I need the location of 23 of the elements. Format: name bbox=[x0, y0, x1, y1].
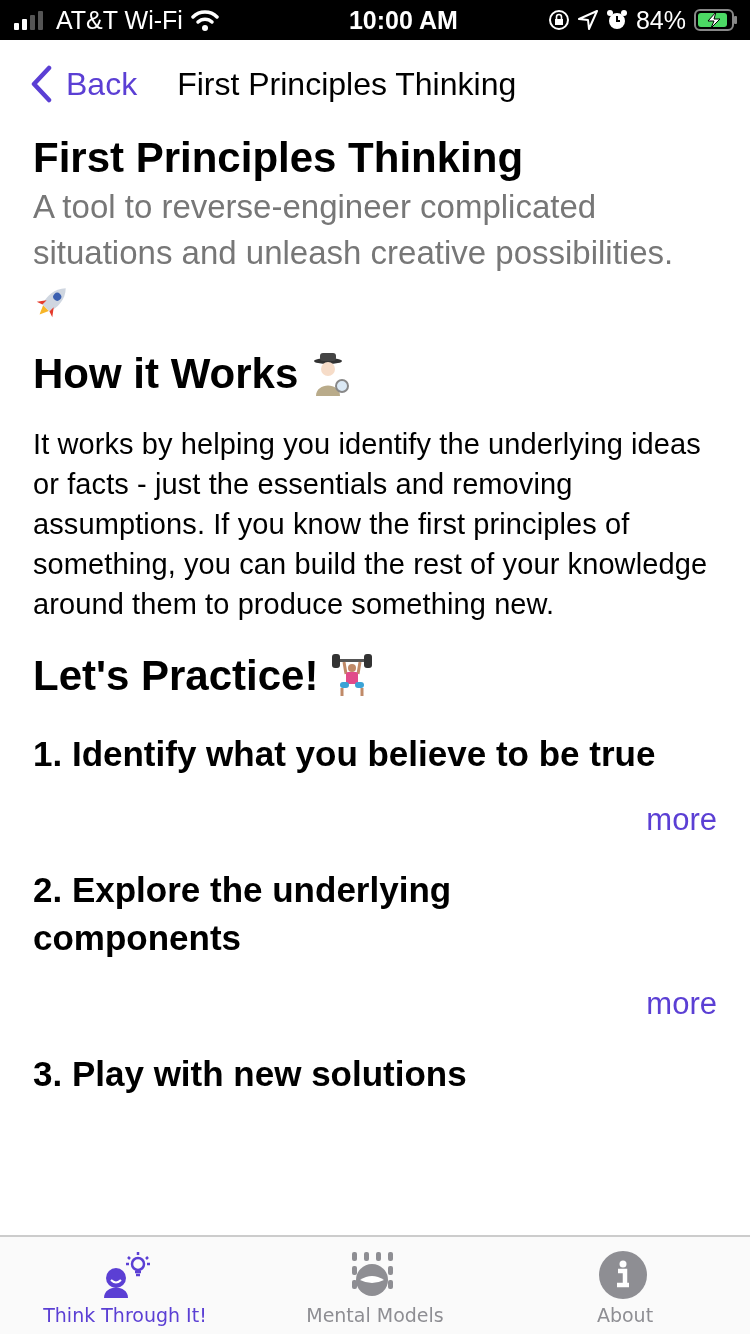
more-link[interactable]: more bbox=[646, 802, 717, 838]
wifi-icon bbox=[190, 9, 219, 31]
location-icon bbox=[577, 10, 598, 30]
step-heading: 3. Play with new solutions bbox=[33, 1053, 468, 1095]
step-heading: 2. Explore the underlying components bbox=[33, 869, 453, 959]
time-label: 10:00 AM bbox=[348, 5, 458, 35]
carrier-label: AT&T Wi-Fi bbox=[56, 5, 183, 35]
page-title: First Principles Thinking bbox=[33, 133, 525, 183]
battery-icon bbox=[694, 9, 738, 31]
alarm-icon bbox=[605, 9, 628, 31]
step-heading: 1. Identify what you believe to be true bbox=[33, 733, 657, 775]
tab-item[interactable]: Think Through It! bbox=[0, 1237, 250, 1334]
subtitle-text: A tool to reverse-engineer complicated situations and unleash creative possibilities. bbox=[33, 184, 717, 322]
rotation-lock-icon bbox=[547, 9, 570, 31]
weightlifter-icon bbox=[330, 654, 375, 698]
chevron-left-icon bbox=[30, 65, 52, 103]
back-button[interactable]: Back bbox=[30, 65, 138, 103]
more-link[interactable]: more bbox=[646, 986, 717, 1022]
section-heading: Let's Practice! bbox=[33, 652, 319, 700]
nav-title: First Principles Thinking bbox=[177, 65, 517, 103]
body-paragraph: It works by helping you identify the underlying ideas or facts - just the essentials and removing assumptions. If you know the first principles of something, you can build the rest of your knowledge around them to produce something new. bbox=[33, 427, 709, 622]
battery-label: 84% bbox=[635, 5, 686, 35]
section-heading: How it Works bbox=[33, 350, 299, 398]
